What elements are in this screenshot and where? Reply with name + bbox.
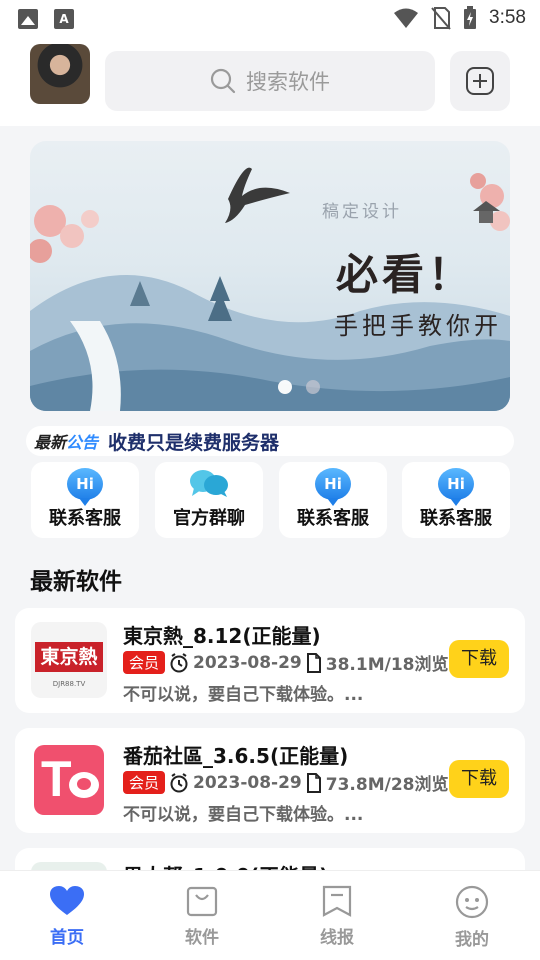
avatar[interactable] bbox=[30, 44, 90, 104]
image-notification-icon bbox=[18, 9, 38, 29]
file-icon bbox=[306, 772, 321, 793]
banner-pagination bbox=[278, 380, 320, 394]
hi-chat-icon: Hi bbox=[438, 468, 474, 506]
vip-badge: 会员 bbox=[123, 651, 166, 674]
notice-tag-suffix: 公告 bbox=[66, 433, 99, 452]
file-icon bbox=[306, 652, 321, 673]
app-card[interactable]: T 番茄社區_3.6.5(正能量) 会员 2023-08-29 73.8M/28… bbox=[15, 728, 525, 833]
app-date: 2023-08-29 bbox=[193, 772, 302, 793]
pagination-dot-active[interactable] bbox=[278, 380, 292, 394]
shortcut-contact-service[interactable]: Hi 联系客服 bbox=[402, 462, 510, 538]
shortcut-label: 联系客服 bbox=[420, 508, 492, 529]
app-date: 2023-08-29 bbox=[193, 652, 302, 673]
search-bar[interactable]: 搜索软件 bbox=[105, 51, 435, 111]
status-bar: A 3:58 bbox=[0, 0, 540, 38]
search-placeholder: 搜索软件 bbox=[246, 70, 330, 94]
notice-tag-prefix: 最新 bbox=[34, 433, 67, 452]
nav-label: 首页 bbox=[50, 928, 84, 948]
clock-icon bbox=[170, 772, 188, 792]
heart-icon bbox=[50, 886, 84, 915]
shortcut-official-group[interactable]: 官方群聊 bbox=[155, 462, 263, 538]
notice-tag: 最新公告 bbox=[34, 429, 98, 453]
download-button[interactable]: 下载 bbox=[449, 640, 509, 678]
section-title: 最新软件 bbox=[30, 569, 122, 595]
app-icon-letter: T bbox=[41, 751, 72, 807]
shortcut-label: 联系客服 bbox=[297, 508, 369, 529]
shortcut-contact-service[interactable]: Hi 联系客服 bbox=[279, 462, 387, 538]
notice-bar[interactable]: 最新公告 收费只是续费服务器 bbox=[26, 426, 514, 456]
group-chat-icon bbox=[190, 470, 228, 497]
banner-title: 必看！ bbox=[335, 250, 474, 299]
add-button[interactable] bbox=[450, 51, 510, 111]
search-icon bbox=[210, 68, 236, 94]
app-meta: 会员 2023-08-29 73.8M/28浏览 bbox=[123, 770, 449, 795]
clock-icon bbox=[170, 652, 188, 672]
shortcut-label: 官方群聊 bbox=[173, 508, 245, 529]
app-meta: 会员 2023-08-29 38.1M/18浏览 bbox=[123, 650, 449, 675]
app-icon: T bbox=[31, 742, 107, 818]
nav-news[interactable]: 线报 bbox=[292, 885, 382, 948]
app-description: 不可以说，要自己下载体验。... bbox=[123, 685, 364, 705]
no-sim-icon bbox=[431, 7, 451, 30]
nav-label: 我的 bbox=[455, 930, 489, 950]
bookmark-icon bbox=[322, 885, 352, 917]
app-size-views: 38.1M/18浏览 bbox=[325, 655, 449, 675]
nav-software[interactable]: 软件 bbox=[157, 885, 247, 948]
bag-icon bbox=[186, 886, 218, 917]
bottom-navigation: 首页 软件 线报 我的 bbox=[0, 870, 540, 960]
download-button[interactable]: 下载 bbox=[449, 760, 509, 798]
app-name: 番茄社區_3.6.5(正能量) bbox=[123, 744, 349, 768]
app-description: 不可以说，要自己下载体验。... bbox=[123, 805, 364, 825]
wifi-icon bbox=[394, 8, 419, 28]
battery-charging-icon bbox=[464, 6, 477, 29]
app-name: 東京熱_8.12(正能量) bbox=[123, 624, 321, 648]
status-time: 3:58 bbox=[489, 7, 526, 28]
shortcut-contact-service[interactable]: Hi 联系客服 bbox=[31, 462, 139, 538]
app-icon: 東京熱 DJR88.TV bbox=[31, 622, 107, 698]
nav-home[interactable]: 首页 bbox=[22, 885, 112, 948]
app-icon-subtext: DJR88.TV bbox=[52, 680, 86, 688]
font-notification-icon: A bbox=[54, 9, 74, 29]
promo-banner[interactable]: 稿定设计 必看！ 手把手教你开 bbox=[30, 141, 510, 411]
shortcut-label: 联系客服 bbox=[49, 508, 121, 529]
top-header: 搜索软件 bbox=[0, 38, 540, 126]
banner-watermark: 稿定设计 bbox=[322, 202, 402, 222]
notice-text: 收费只是续费服务器 bbox=[108, 431, 280, 454]
nav-label: 软件 bbox=[185, 928, 219, 948]
nav-label: 线报 bbox=[320, 928, 354, 948]
plus-square-icon bbox=[466, 67, 494, 95]
hi-chat-icon: Hi bbox=[67, 468, 103, 506]
app-size-views: 73.8M/28浏览 bbox=[325, 775, 449, 795]
hi-chat-icon: Hi bbox=[315, 468, 351, 506]
vip-badge: 会员 bbox=[123, 771, 166, 794]
app-icon-text: 東京熱 bbox=[35, 642, 103, 672]
app-card[interactable]: 東京熱 DJR88.TV 東京熱_8.12(正能量) 会员 2023-08-29… bbox=[15, 608, 525, 713]
nav-profile[interactable]: 我的 bbox=[427, 885, 517, 950]
pagination-dot[interactable] bbox=[306, 380, 320, 394]
smiley-icon bbox=[455, 885, 489, 919]
banner-subtitle: 手把手教你开 bbox=[334, 312, 502, 340]
